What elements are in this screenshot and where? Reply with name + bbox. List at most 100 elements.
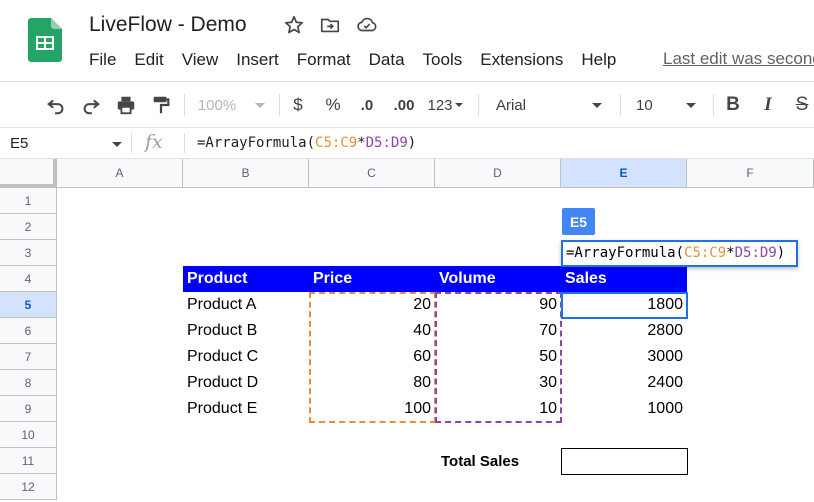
sales-cell[interactable]: 3000 [561,344,687,370]
active-cell-selection[interactable] [561,292,688,319]
redo-icon [83,99,100,115]
paint-format-button[interactable] [147,82,175,128]
formula-close-paren: ) [776,245,786,261]
total-sales-cell[interactable] [561,448,688,475]
spreadsheet-grid[interactable]: A B C D E F 1 2 3 4 5 6 7 8 9 10 11 12 P… [0,159,814,502]
chevron-down-icon [255,103,266,108]
sales-cell[interactable]: 2400 [561,370,687,396]
formula-ref-d: D5:D9 [734,245,777,261]
sheets-window: LiveFlow - Demo File Edit View Insert Fo… [0,0,814,502]
product-cell[interactable]: Product E [183,396,309,422]
italic-button[interactable]: I [757,82,779,128]
column-header-c[interactable]: C [309,159,435,188]
sales-cell[interactable]: 1000 [561,396,687,422]
column-header-e[interactable]: E [561,159,687,188]
formula-ref-c: C5:C9 [315,135,358,151]
column-header-d[interactable]: D [435,159,561,188]
active-cell-tag: E5 [562,208,595,235]
header-cell-price[interactable]: Price [309,266,435,292]
sales-cell[interactable]: 2800 [561,318,687,344]
row-header-9[interactable]: 9 [0,396,57,422]
chevron-down-icon [686,103,696,108]
divider [131,133,132,153]
print-button[interactable] [112,82,140,128]
menu-format[interactable]: Format [288,48,360,72]
header-cell-sales[interactable]: Sales [561,266,687,292]
zoom-select[interactable]: 100% [195,82,273,128]
menu-insert[interactable]: Insert [227,48,288,72]
increase-decimal-button[interactable]: .00 [389,82,419,128]
sheets-logo-icon[interactable] [28,18,62,62]
menu-extensions[interactable]: Extensions [471,48,572,72]
menu-tools[interactable]: Tools [414,48,472,72]
inline-cell-editor[interactable]: =ArrayFormula(C5:C9*D5:D9) [561,240,798,267]
column-header-b[interactable]: B [183,159,309,188]
print-icon [117,96,135,115]
toolbar-divider [478,94,479,116]
last-edit-link[interactable]: Last edit was seconds ago [663,49,814,69]
product-cell[interactable]: Product B [183,318,309,344]
formula-ref-d: D5:D9 [365,135,408,151]
menu-help[interactable]: Help [572,48,625,72]
product-cell[interactable]: Product D [183,370,309,396]
menu-view[interactable]: View [173,48,228,72]
bold-button[interactable]: B [722,82,744,128]
select-all-corner[interactable] [0,159,57,188]
row-header-6[interactable]: 6 [0,318,57,344]
fx-icon: fx [145,131,163,153]
formula-bar: E5 fx =ArrayFormula(C5:C9*D5:D9) [0,127,814,159]
move-to-folder-icon[interactable] [319,14,341,36]
range-highlight-c5-c9 [309,292,436,423]
strikethrough-button[interactable]: S [791,82,813,128]
formula-ref-c: C5:C9 [684,245,727,261]
product-cell[interactable]: Product A [183,292,309,318]
paint-format-icon [153,96,170,114]
currency-format-button[interactable]: $ [287,82,309,128]
toolbar-divider [620,94,621,116]
decrease-decimal-button[interactable]: .0 [354,82,380,128]
chevron-down-icon [454,103,463,107]
font-size-select[interactable]: 10 [630,82,704,128]
row-header-11[interactable]: 11 [0,448,57,474]
toolbar: 100% $ % .0 .00 123 Arial 10 B I S [0,81,814,127]
formula-operator: * [357,135,366,151]
menu-edit[interactable]: Edit [125,48,172,72]
formula-close-paren: ) [407,135,417,151]
row-header-10[interactable]: 10 [0,422,57,448]
product-cell[interactable]: Product C [183,344,309,370]
formula-function: =ArrayFormula( [197,135,316,151]
total-sales-label[interactable]: Total Sales [441,448,519,475]
range-highlight-d5-d9 [435,292,562,423]
formula-operator: * [726,245,735,261]
cloud-saved-icon[interactable] [356,14,378,36]
row-header-2[interactable]: 2 [0,214,57,240]
row-header-7[interactable]: 7 [0,344,57,370]
column-header-a[interactable]: A [57,159,183,188]
row-header-4[interactable]: 4 [0,266,57,292]
header-cell-volume[interactable]: Volume [435,266,561,292]
row-header-8[interactable]: 8 [0,370,57,396]
header-cell-product[interactable]: Product [183,266,309,292]
row-header-5[interactable]: 5 [0,292,57,318]
chevron-down-icon[interactable] [111,141,123,149]
toolbar-divider [713,94,714,116]
name-box[interactable]: E5 [10,135,28,152]
percent-format-button[interactable]: % [322,82,344,128]
more-formats-button[interactable]: 123 [424,82,468,128]
toolbar-divider [279,94,280,116]
row-header-3[interactable]: 3 [0,240,57,266]
document-title[interactable]: LiveFlow - Demo [89,13,247,37]
menu-data[interactable]: Data [360,48,414,72]
toolbar-divider [184,94,185,116]
column-header-f[interactable]: F [687,159,814,188]
star-icon[interactable] [283,14,305,36]
formula-input[interactable]: =ArrayFormula(C5:C9*D5:D9) [197,135,416,151]
undo-button[interactable] [42,82,70,128]
undo-icon [47,99,64,115]
row-header-1[interactable]: 1 [0,188,57,214]
zoom-value: 100% [197,96,237,114]
redo-button[interactable] [77,82,105,128]
menu-file[interactable]: File [80,48,125,72]
font-family-select[interactable]: Arial [490,82,610,128]
row-header-12[interactable]: 12 [0,474,57,500]
